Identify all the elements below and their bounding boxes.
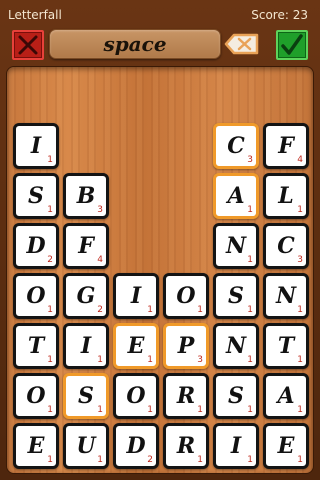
clear-word-button[interactable]: [12, 30, 44, 60]
submit-word-button[interactable]: [276, 30, 308, 60]
tile-points: 1: [197, 405, 203, 415]
tile-points: 1: [147, 305, 153, 315]
letter-tile[interactable]: S1: [13, 173, 59, 219]
letter-tile[interactable]: I1: [63, 323, 109, 369]
tile-points: 2: [147, 455, 153, 465]
tile-points: 1: [297, 305, 303, 315]
tile-points: 1: [47, 355, 53, 365]
current-word-display: space: [49, 29, 221, 59]
x-icon: [18, 35, 38, 55]
letter-tile[interactable]: E1: [13, 423, 59, 469]
letter-tile[interactable]: S1: [213, 373, 259, 419]
letter-tile[interactable]: U1: [63, 423, 109, 469]
tile-points: 1: [47, 155, 53, 165]
tile-points: 1: [47, 405, 53, 415]
letter-tile[interactable]: L1: [263, 173, 309, 219]
app-title: Letterfall: [8, 8, 62, 22]
title-bar: Letterfall Score: 23: [0, 0, 320, 28]
tile-points: 1: [197, 305, 203, 315]
tile-points: 1: [97, 455, 103, 465]
tile-points: 1: [97, 405, 103, 415]
tile-points: 1: [247, 305, 253, 315]
score-label: Score: 23: [251, 8, 308, 22]
letter-tile[interactable]: D2: [13, 223, 59, 269]
backspace-icon: [224, 33, 259, 55]
letter-tile[interactable]: T1: [263, 323, 309, 369]
tile-points: 1: [147, 405, 153, 415]
letter-tile[interactable]: T1: [13, 323, 59, 369]
tile-points: 1: [297, 405, 303, 415]
letter-tile[interactable]: O1: [13, 273, 59, 319]
letter-tile[interactable]: A1: [213, 173, 259, 219]
tile-points: 1: [247, 205, 253, 215]
letter-tile[interactable]: B3: [63, 173, 109, 219]
letter-tile[interactable]: R1: [163, 373, 209, 419]
letter-tile[interactable]: S1: [213, 273, 259, 319]
letter-tile[interactable]: I1: [13, 123, 59, 169]
game-board: C3F4I1S1B3A1L1D2F4N1C3O1G2I1O1S1N1T1I1E1…: [6, 66, 314, 474]
letter-tile[interactable]: D2: [113, 423, 159, 469]
tile-points: 1: [247, 355, 253, 365]
tile-points: 1: [97, 355, 103, 365]
tile-points: 1: [147, 355, 153, 365]
letter-tile[interactable]: I1: [113, 273, 159, 319]
tile-points: 1: [247, 405, 253, 415]
tile-points: 1: [297, 355, 303, 365]
tile-points: 1: [47, 455, 53, 465]
letter-tile[interactable]: S1: [63, 373, 109, 419]
tile-points: 1: [247, 455, 253, 465]
letter-tile[interactable]: E1: [113, 323, 159, 369]
current-word: space: [103, 32, 167, 56]
letter-tile[interactable]: N1: [263, 273, 309, 319]
tile-points: 1: [47, 205, 53, 215]
letter-tile[interactable]: N1: [213, 323, 259, 369]
letter-tile[interactable]: I1: [213, 423, 259, 469]
tile-points: 1: [197, 455, 203, 465]
tile-points: 3: [97, 205, 103, 215]
tile-points: 3: [297, 255, 303, 265]
tile-points: 3: [247, 155, 253, 165]
tile-points: 1: [297, 205, 303, 215]
letter-tile[interactable]: N1: [213, 223, 259, 269]
tile-points: 3: [197, 355, 203, 365]
tile-points: 4: [97, 255, 103, 265]
letter-tile[interactable]: O1: [163, 273, 209, 319]
backspace-button[interactable]: [224, 31, 260, 57]
letter-tile[interactable]: P3: [163, 323, 209, 369]
tile-points: 1: [297, 455, 303, 465]
letter-tile[interactable]: G2: [63, 273, 109, 319]
letter-tile[interactable]: O1: [13, 373, 59, 419]
tile-points: 2: [97, 305, 103, 315]
tile-points: 1: [47, 305, 53, 315]
tile-points: 4: [297, 155, 303, 165]
letter-tile[interactable]: F4: [263, 123, 309, 169]
letter-tile[interactable]: C3: [263, 223, 309, 269]
checkmark-icon: [281, 34, 303, 55]
letter-tile[interactable]: O1: [113, 373, 159, 419]
letter-tile[interactable]: C3: [213, 123, 259, 169]
tile-points: 1: [247, 255, 253, 265]
letter-tile[interactable]: F4: [63, 223, 109, 269]
letter-tile[interactable]: A1: [263, 373, 309, 419]
tile-points: 2: [47, 255, 53, 265]
letter-tile[interactable]: R1: [163, 423, 209, 469]
letter-tile[interactable]: E1: [263, 423, 309, 469]
